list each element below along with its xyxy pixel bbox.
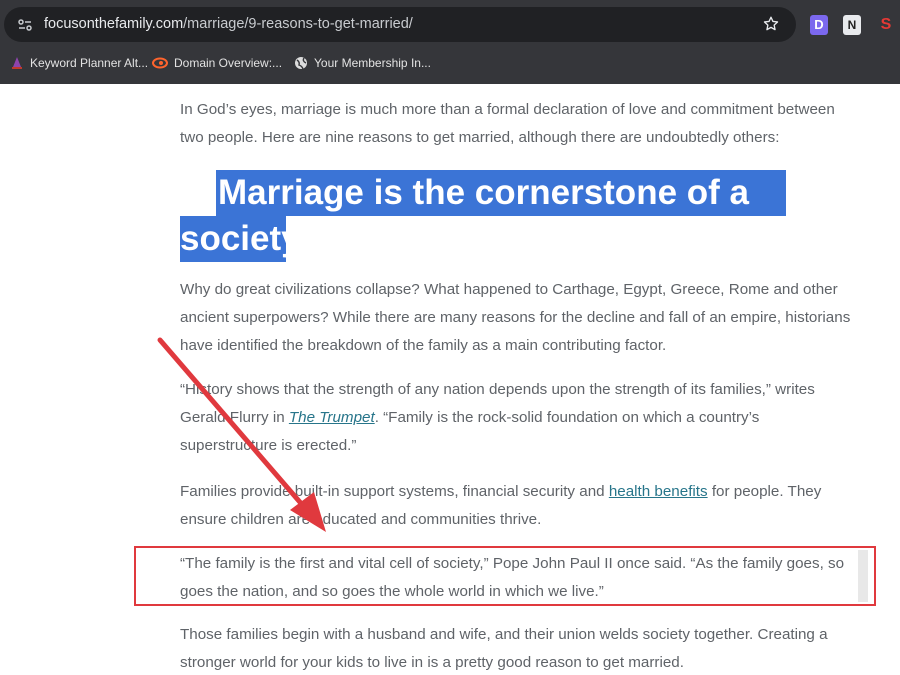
bookmark-label: Domain Overview:... — [174, 56, 283, 70]
heading-line-2: society — [180, 216, 301, 262]
url-domain: focusonthefamily.com — [44, 16, 184, 32]
paragraph-husband-wife: Those families begin with a husband and … — [180, 626, 828, 671]
bookmark-domain-overview[interactable]: Domain Overview:... — [152, 53, 282, 73]
address-bar[interactable]: focusonthefamily.com/marriage/9-reasons-… — [4, 7, 796, 42]
globe-icon — [295, 57, 307, 70]
annotation-box — [134, 546, 876, 606]
health-benefits-link[interactable]: health benefits — [609, 483, 708, 500]
url-path: /marriage/9-reasons-to-get-married/ — [183, 16, 413, 32]
semrush-icon — [152, 57, 168, 69]
extension-n-icon[interactable]: N — [843, 15, 861, 35]
paragraph-civilizations: Why do great civilizations collapse? Wha… — [180, 281, 851, 354]
bookmarks-bar: Keyword Planner Alt... Domain Overview:.… — [0, 50, 900, 74]
bookmark-keyword-planner[interactable]: Keyword Planner Alt... — [10, 53, 148, 73]
url-text[interactable]: focusonthefamily.com/marriage/9-reasons-… — [44, 16, 413, 32]
bookmark-star-icon[interactable] — [762, 15, 780, 33]
bookmark-label: Your Membership In... — [314, 56, 431, 70]
extension-s-icon[interactable]: S — [877, 15, 895, 35]
paragraph-history: “History shows that the strength of any … — [180, 376, 860, 460]
intro-paragraph: In God’s eyes, marriage is much more tha… — [180, 101, 835, 146]
paragraph-families: Families provide built-in support system… — [180, 478, 860, 534]
site-info-icon[interactable] — [17, 17, 33, 33]
heading-line-1: Marriage is the cornerstone of a stable — [216, 170, 786, 258]
bookmark-membership[interactable]: Your Membership In... — [294, 53, 431, 73]
the-trumpet-link[interactable]: The Trumpet — [289, 409, 375, 426]
extension-d-icon[interactable]: D — [810, 15, 828, 35]
bookmark-label: Keyword Planner Alt... — [30, 56, 149, 70]
keyword-planner-icon — [12, 57, 22, 69]
paragraph-text: Families provide built-in support system… — [180, 483, 609, 500]
browser-toolbar: focusonthefamily.com/marriage/9-reasons-… — [0, 0, 900, 84]
